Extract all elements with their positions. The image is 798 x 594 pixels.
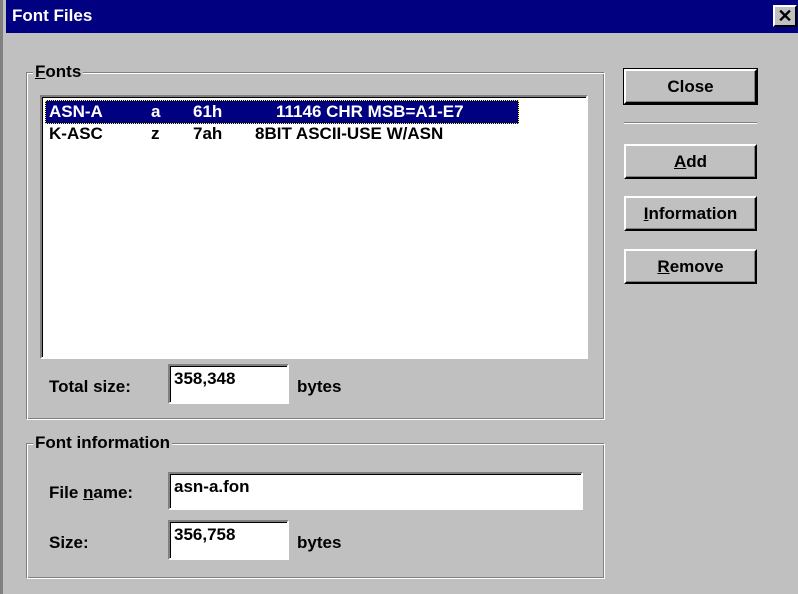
fonts-listbox[interactable]: ASN-A a 61h 11146 CHR MSB=A1-E7 K-ASC z …: [40, 95, 588, 359]
total-size-field: 358,348: [168, 364, 289, 404]
font-code: 61h: [193, 102, 223, 121]
size-field: 356,758: [168, 520, 289, 560]
button-separator: [624, 122, 757, 124]
close-button[interactable]: Close: [623, 68, 758, 105]
window-title: Font Files: [12, 6, 93, 25]
font-char: z: [151, 124, 160, 143]
font-list-item[interactable]: ASN-A a 61h 11146 CHR MSB=A1-E7: [45, 100, 519, 124]
fonts-group-label: Fonts: [33, 62, 84, 82]
title-bar[interactable]: Font Files ✕: [6, 0, 798, 33]
font-files-dialog: Font Files ✕ Fonts ASN-A a 61h 11146 CHR…: [0, 0, 798, 594]
file-name-label: File name:: [49, 483, 134, 502]
font-char: a: [151, 102, 161, 121]
font-name: ASN-A: [49, 102, 103, 121]
close-window-icon[interactable]: ✕: [773, 5, 797, 27]
size-unit: bytes: [297, 533, 342, 552]
remove-button[interactable]: Remove: [624, 249, 757, 284]
font-description: 8BIT ASCII-USE W/ASN: [255, 124, 444, 143]
font-description: 11146 CHR MSB=A1-E7: [276, 102, 464, 121]
file-name-field[interactable]: asn-a.fon: [168, 472, 583, 510]
total-size-unit: bytes: [297, 377, 342, 396]
font-name: K-ASC: [49, 124, 103, 143]
size-label: Size:: [49, 533, 89, 552]
font-list-item[interactable]: K-ASC z 7ah 8BIT ASCII-USE W/ASN: [45, 122, 519, 146]
font-information-group: Font information: [26, 433, 605, 579]
total-size-label: Total size:: [49, 377, 131, 396]
font-information-group-label: Font information: [33, 433, 173, 453]
font-code: 7ah: [193, 124, 223, 143]
information-button[interactable]: Information: [624, 196, 757, 231]
add-button[interactable]: Add: [624, 144, 757, 179]
